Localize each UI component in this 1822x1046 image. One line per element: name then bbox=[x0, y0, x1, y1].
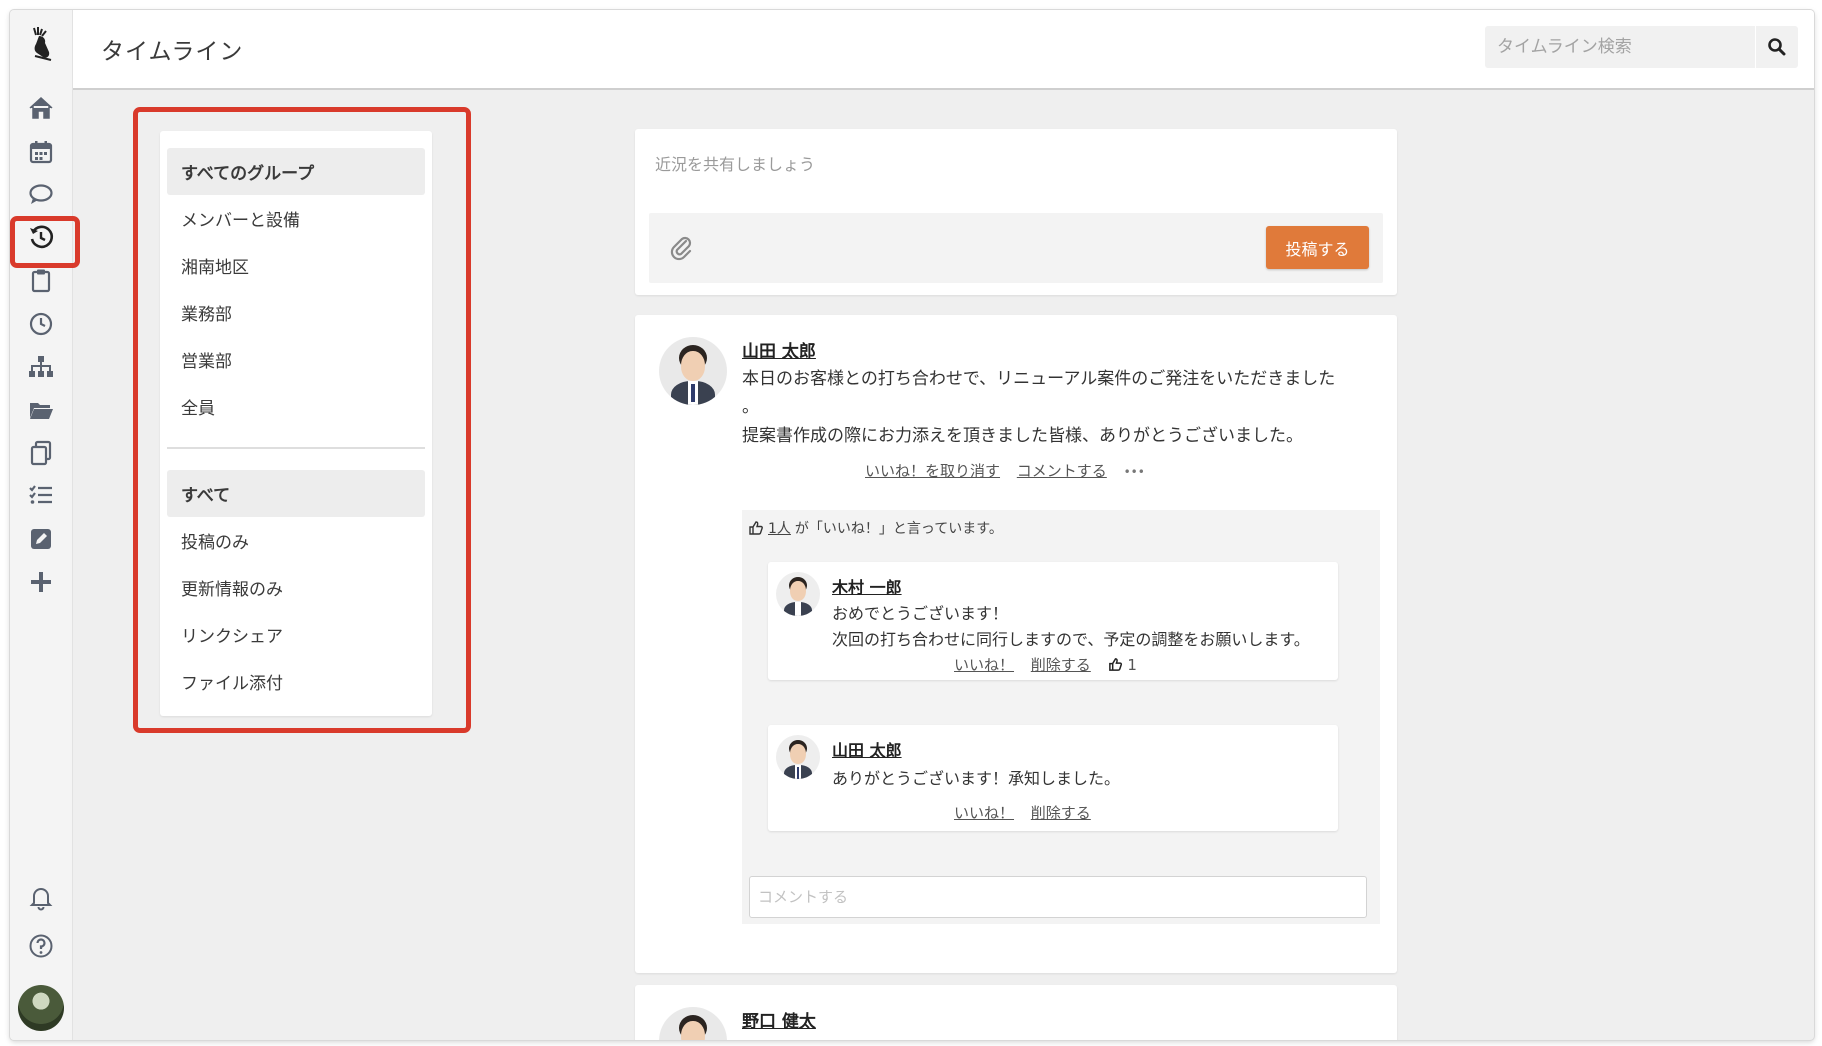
post-actions: いいね！を取り消す コメントする ••• bbox=[865, 460, 1145, 481]
comment-text-line: 次回の打ち合わせに同行しますので、予定の調整をお願いします。 bbox=[832, 630, 1310, 649]
calendar-icon[interactable] bbox=[23, 136, 59, 168]
comment-input[interactable] bbox=[749, 876, 1367, 918]
composer-input[interactable]: 近況を共有しましょう bbox=[655, 151, 815, 175]
edit-icon[interactable] bbox=[23, 523, 59, 555]
comment-author-link[interactable]: 山田 太郎 bbox=[832, 737, 902, 761]
comment-card: 山田 太郎 ありがとうございます！承知しました。 いいね！ 削除する bbox=[768, 725, 1338, 831]
filter-group-members[interactable]: メンバーと設備 bbox=[167, 195, 425, 242]
filter-panel: すべてのグループ メンバーと設備 湘南地区 業務部 営業部 全員 すべて 投稿の… bbox=[160, 131, 432, 716]
comment-avatar[interactable] bbox=[776, 572, 820, 616]
unlike-link[interactable]: いいね！を取り消す bbox=[865, 462, 1000, 480]
comment-delete-link[interactable]: 削除する bbox=[1031, 656, 1091, 674]
checklist-icon[interactable] bbox=[23, 480, 59, 512]
comment-text-line: ありがとうございます！承知しました。 bbox=[832, 769, 1121, 788]
filter-group-sales[interactable]: 営業部 bbox=[167, 336, 425, 383]
more-menu-icon[interactable]: ••• bbox=[1124, 465, 1145, 479]
post-text-line: 提案書作成の際にお力添えを頂きました皆様、ありがとうございました。 bbox=[742, 426, 1303, 446]
filter-type-attachments[interactable]: ファイル添付 bbox=[167, 658, 425, 705]
composer-toolbar: 投稿する bbox=[649, 213, 1383, 283]
top-bar: タイムライン bbox=[73, 10, 1814, 90]
timeline-search-input[interactable] bbox=[1485, 26, 1755, 68]
post-button[interactable]: 投稿する bbox=[1266, 226, 1369, 269]
thumbs-up-icon bbox=[749, 521, 763, 535]
comment-actions: いいね！ 削除する 1 bbox=[954, 654, 1137, 675]
thumbs-up-icon bbox=[1108, 658, 1122, 671]
comment-actions: いいね！ 削除する bbox=[954, 802, 1103, 823]
filter-type-all[interactable]: すべて bbox=[167, 470, 425, 517]
comment-author-link[interactable]: 木村 一郎 bbox=[832, 574, 902, 598]
like-summary-text: が「いいね！」と言っています。 bbox=[794, 521, 1003, 537]
search-button[interactable] bbox=[1756, 26, 1798, 68]
bell-icon[interactable] bbox=[23, 882, 59, 914]
filter-group-everyone[interactable]: 全員 bbox=[167, 383, 425, 430]
clock-icon[interactable] bbox=[23, 308, 59, 340]
comment-text-line: おめでとうございます！ bbox=[832, 604, 1009, 623]
filter-type-updates[interactable]: 更新情報のみ bbox=[167, 564, 425, 611]
help-icon[interactable] bbox=[23, 930, 59, 962]
comment-card: 木村 一郎 おめでとうございます！ 次回の打ち合わせに同行しますので、予定の調整… bbox=[768, 562, 1338, 680]
chat-icon[interactable] bbox=[23, 178, 59, 210]
icon-rail bbox=[10, 10, 80, 1040]
home-icon[interactable] bbox=[23, 92, 59, 124]
folder-icon[interactable] bbox=[23, 394, 59, 426]
comment-like-link[interactable]: いいね！ bbox=[954, 656, 1014, 674]
comments-area: 1人 が「いいね！」と言っています。 木村 一郎 おめでとうございます！ 次回の… bbox=[742, 510, 1380, 924]
rail-highlight-box bbox=[10, 216, 80, 268]
user-avatar[interactable] bbox=[18, 985, 64, 1031]
copy-icon[interactable] bbox=[23, 437, 59, 469]
author-avatar[interactable] bbox=[659, 1007, 727, 1040]
timeline-post: 野口 健太 bbox=[635, 985, 1397, 1040]
clipboard-icon[interactable] bbox=[23, 264, 59, 296]
post-author-link[interactable]: 山田 太郎 bbox=[742, 337, 816, 362]
filter-type-link-share[interactable]: リンクシェア bbox=[167, 611, 425, 658]
like-summary: 1人 が「いいね！」と言っています。 bbox=[748, 518, 1003, 538]
org-chart-icon[interactable] bbox=[23, 351, 59, 383]
comment-link[interactable]: コメントする bbox=[1017, 462, 1107, 480]
page-title: タイムライン bbox=[101, 39, 244, 65]
post-text-line: 本日のお客様との打ち合わせで、リニューアル案件のご発注をいただきました bbox=[742, 369, 1336, 389]
author-avatar[interactable] bbox=[659, 337, 727, 405]
comment-like-link[interactable]: いいね！ bbox=[954, 804, 1014, 822]
comment-delete-link[interactable]: 削除する bbox=[1031, 804, 1091, 822]
post-text-line: 。 bbox=[742, 397, 759, 417]
deer-logo-icon[interactable] bbox=[25, 26, 57, 62]
search-icon bbox=[1768, 38, 1786, 56]
post-author-link[interactable]: 野口 健太 bbox=[742, 1007, 816, 1032]
comment-like-count: 1 bbox=[1127, 656, 1137, 674]
filter-divider bbox=[167, 447, 425, 449]
comment-avatar[interactable] bbox=[776, 735, 820, 779]
filter-type-posts[interactable]: 投稿のみ bbox=[167, 517, 425, 564]
post-composer: 近況を共有しましょう 投稿する bbox=[635, 129, 1397, 295]
filter-group-shonan[interactable]: 湘南地区 bbox=[167, 242, 425, 289]
filter-group-operations[interactable]: 業務部 bbox=[167, 289, 425, 336]
plus-icon[interactable] bbox=[23, 566, 59, 598]
app-window: タイムライン すべてのグループ メンバーと設備 湘南地区 業務部 営業部 全員 … bbox=[10, 10, 1814, 1040]
paperclip-icon[interactable] bbox=[667, 233, 697, 263]
filter-group-all[interactable]: すべてのグループ bbox=[167, 148, 425, 195]
like-count-link[interactable]: 1人 bbox=[768, 518, 791, 538]
timeline-post: 山田 太郎 本日のお客様との打ち合わせで、リニューアル案件のご発注をいただきまし… bbox=[635, 315, 1397, 973]
